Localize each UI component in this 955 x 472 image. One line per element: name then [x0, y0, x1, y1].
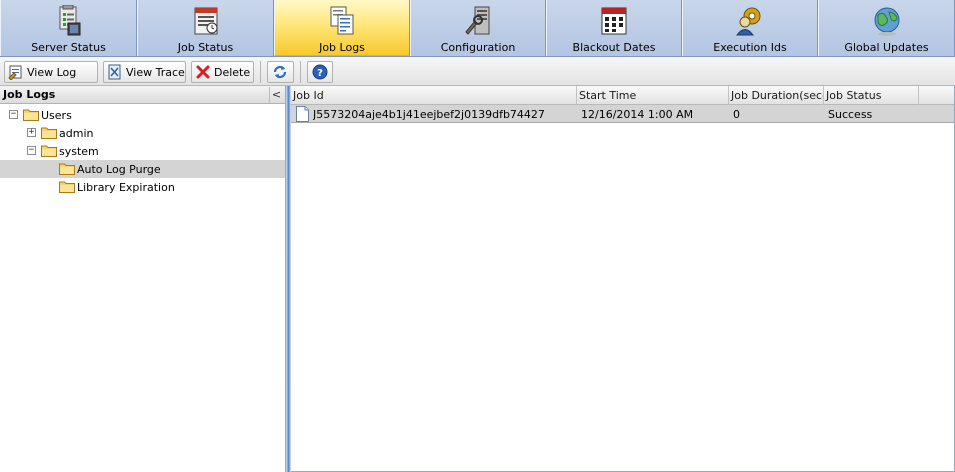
help-button[interactable]: ?: [307, 61, 333, 83]
tab-execution-ids[interactable]: Execution Ids: [682, 0, 818, 56]
view-trace-button[interactable]: View Trace: [103, 61, 186, 83]
tab-label: Job Logs: [319, 41, 365, 54]
view-log-label: View Log: [27, 65, 77, 79]
server-status-icon: [59, 5, 80, 36]
column-header-job-duration[interactable]: Job Duration(seconds): [729, 86, 824, 105]
calendar-icon: [601, 7, 627, 35]
document-icon: [296, 106, 309, 122]
expand-toggle[interactable]: +: [27, 128, 36, 137]
tab-label: Blackout Dates: [572, 41, 656, 54]
folder-icon: [59, 181, 75, 193]
tab-label: Server Status: [31, 41, 106, 54]
view-trace-label: View Trace: [126, 65, 185, 79]
tab-blackout-dates[interactable]: Blackout Dates: [546, 0, 682, 56]
job-status-icon: [194, 7, 217, 35]
tree-panel-header: Job Logs <: [0, 86, 285, 104]
grid-header: Job Id Start Time Job Duration(seconds) …: [291, 86, 954, 105]
tab-label: Job Status: [177, 41, 234, 54]
folder-icon: [41, 145, 57, 157]
job-logs-icon: [330, 6, 354, 35]
folder-icon: [59, 163, 75, 175]
refresh-button[interactable]: [267, 61, 294, 83]
tab-server-status[interactable]: Server Status: [0, 0, 137, 56]
column-header-job-id[interactable]: Job Id: [291, 86, 577, 105]
tree-node-users[interactable]: − Users: [0, 106, 285, 124]
execution-ids-icon: [736, 7, 761, 36]
cell-job-id: J5573204aje4b1j41eejbef2j0139dfb74427: [313, 108, 545, 121]
delete-icon: [196, 65, 210, 79]
help-icon: ?: [312, 64, 328, 80]
tab-configuration[interactable]: Configuration: [410, 0, 546, 56]
folder-icon: [41, 127, 57, 139]
collapse-toggle[interactable]: −: [27, 146, 36, 155]
table-row[interactable]: J5573204aje4b1j41eejbef2j0139dfb74427 12…: [291, 105, 954, 123]
cell-job-status: Success: [828, 108, 873, 121]
column-header-job-status[interactable]: Job Status: [824, 86, 919, 105]
tab-label: Global Updates: [844, 41, 929, 54]
global-updates-icon: [874, 7, 899, 36]
cell-job-duration: 0: [733, 108, 740, 121]
tree-node-label: Library Expiration: [77, 181, 175, 194]
tree-node-label: Auto Log Purge: [77, 163, 161, 176]
job-logs-grid: Job Id Start Time Job Duration(seconds) …: [291, 86, 955, 472]
column-header-start-time[interactable]: Start Time: [577, 86, 729, 105]
tab-job-logs[interactable]: Job Logs: [274, 0, 410, 56]
tree-node-system[interactable]: − system: [0, 142, 285, 160]
toolbar: View Log View Trace Delete ?: [0, 57, 955, 86]
delete-button[interactable]: Delete: [191, 61, 254, 83]
delete-label: Delete: [214, 65, 251, 79]
toolbar-separator: [300, 61, 301, 83]
view-log-button[interactable]: View Log: [4, 61, 98, 83]
collapse-toggle[interactable]: −: [9, 110, 18, 119]
tab-job-status[interactable]: Job Status: [137, 0, 274, 56]
tree-node-label: system: [59, 145, 99, 158]
cell-start-time: 12/16/2014 1:00 AM: [581, 108, 694, 121]
refresh-icon: [273, 65, 287, 79]
main-tab-bar: Server Status Job Status Job Logs Config…: [0, 0, 955, 57]
tree-node-label: admin: [59, 127, 94, 140]
tree-panel-title: Job Logs: [3, 88, 56, 101]
job-logs-tree-panel: Job Logs < − Users + admin − system Auto…: [0, 86, 286, 472]
tree-node-auto-log-purge[interactable]: Auto Log Purge: [0, 160, 285, 178]
svg-text:?: ?: [317, 68, 323, 79]
collapse-panel-button[interactable]: <: [269, 87, 283, 103]
tab-label: Execution Ids: [713, 41, 787, 54]
view-log-icon: [8, 65, 22, 80]
tree-node-label: Users: [41, 109, 72, 122]
configuration-icon: [465, 6, 490, 35]
tab-label: Configuration: [440, 41, 516, 54]
toolbar-separator: [260, 61, 261, 83]
tab-global-updates[interactable]: Global Updates: [818, 0, 955, 56]
folder-icon: [23, 109, 39, 121]
view-trace-icon: [108, 64, 121, 80]
tree-node-library-expiration[interactable]: Library Expiration: [0, 178, 285, 196]
tree-node-admin[interactable]: + admin: [0, 124, 285, 142]
